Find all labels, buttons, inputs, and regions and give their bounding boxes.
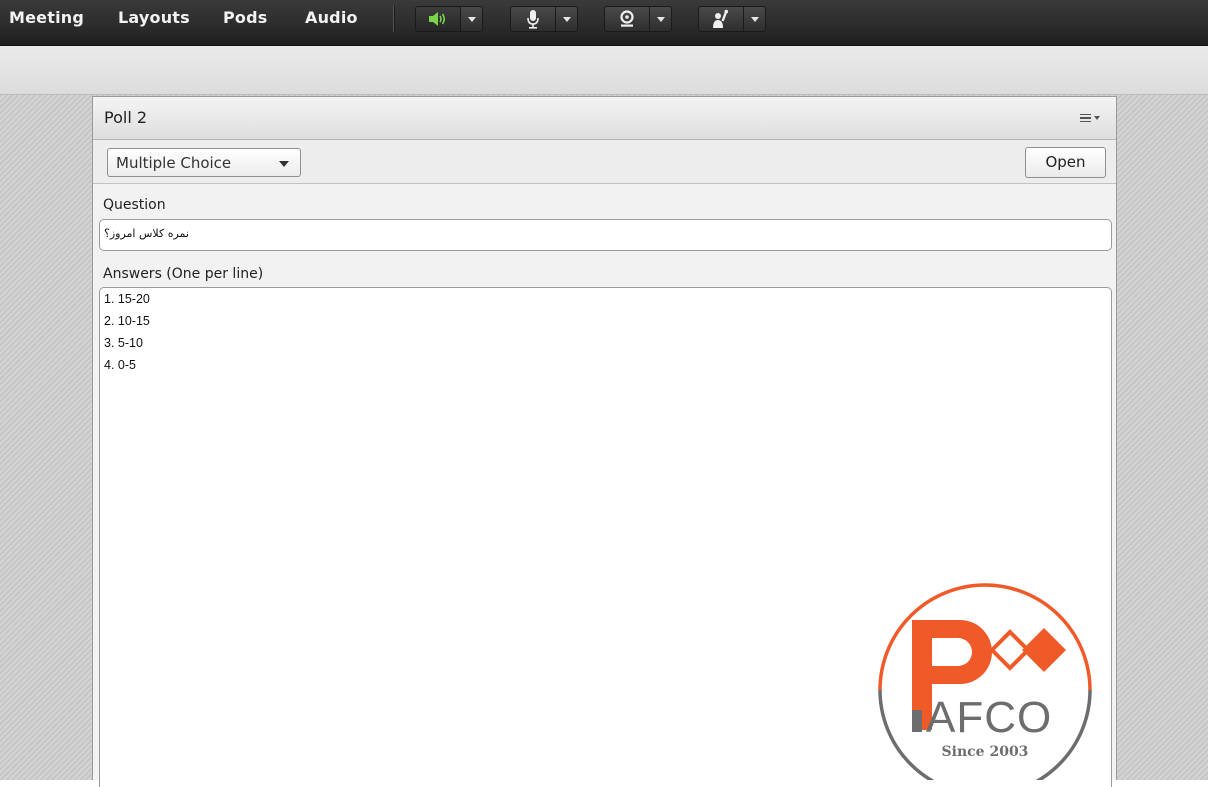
answers-label: Answers (One per line) bbox=[103, 266, 264, 282]
raise-hand-button[interactable] bbox=[698, 6, 744, 32]
chevron-down-icon bbox=[656, 16, 665, 22]
menu-divider bbox=[393, 6, 395, 32]
open-poll-button[interactable]: Open bbox=[1025, 147, 1106, 178]
webcam-control bbox=[604, 6, 672, 32]
question-value: نمره کلاس امروز؟ bbox=[104, 227, 189, 240]
raise-hand-icon bbox=[713, 9, 729, 28]
speaker-toggle-button[interactable] bbox=[415, 6, 461, 32]
menu-bar: Meeting Layouts Pods Audio bbox=[0, 0, 1208, 46]
webcam-icon bbox=[620, 10, 634, 27]
chevron-down-icon bbox=[1094, 116, 1100, 120]
status-dropdown-button[interactable] bbox=[744, 6, 766, 32]
answer-line: 1. 15-20 bbox=[104, 292, 150, 306]
webcam-dropdown-button[interactable] bbox=[650, 6, 672, 32]
toolbar-strip bbox=[0, 46, 1208, 95]
chevron-down-icon bbox=[562, 16, 571, 22]
menu-pods[interactable]: Pods bbox=[223, 8, 268, 27]
chevron-down-icon bbox=[750, 16, 759, 22]
webcam-toggle-button[interactable] bbox=[604, 6, 650, 32]
pod-options-button[interactable] bbox=[1080, 110, 1102, 126]
pafco-logo: AFCO Since 2003 bbox=[878, 583, 1092, 780]
menu-audio[interactable]: Audio bbox=[305, 8, 358, 27]
microphone-dropdown-button[interactable] bbox=[556, 6, 578, 32]
answer-line: 2. 10-15 bbox=[104, 314, 150, 328]
answer-line: 3. 5-10 bbox=[104, 336, 143, 350]
microphone-control bbox=[510, 6, 578, 32]
menu-meeting[interactable]: Meeting bbox=[9, 8, 84, 27]
microphone-toggle-button[interactable] bbox=[510, 6, 556, 32]
poll-type-select[interactable]: Multiple Choice bbox=[107, 148, 301, 177]
menu-icon bbox=[1080, 113, 1091, 123]
pod-header: Poll 2 bbox=[93, 97, 1116, 140]
pod-title: Poll 2 bbox=[104, 108, 148, 127]
poll-type-value: Multiple Choice bbox=[116, 154, 232, 172]
chevron-down-icon bbox=[467, 16, 476, 22]
answer-line: 4. 0-5 bbox=[104, 358, 136, 372]
speaker-control bbox=[415, 6, 483, 32]
logo-tagline: Since 2003 bbox=[942, 744, 1029, 760]
speaker-icon bbox=[429, 12, 446, 26]
poll-toolbar: Multiple Choice Open bbox=[93, 140, 1116, 184]
speaker-dropdown-button[interactable] bbox=[461, 6, 483, 32]
question-label: Question bbox=[103, 197, 166, 213]
status-control bbox=[698, 6, 766, 32]
logo-letters: AFCO bbox=[926, 693, 1052, 742]
question-input[interactable]: نمره کلاس امروز؟ bbox=[99, 219, 1112, 251]
chevron-down-icon bbox=[279, 161, 289, 167]
microphone-icon bbox=[527, 10, 539, 29]
menu-layouts[interactable]: Layouts bbox=[118, 8, 190, 27]
